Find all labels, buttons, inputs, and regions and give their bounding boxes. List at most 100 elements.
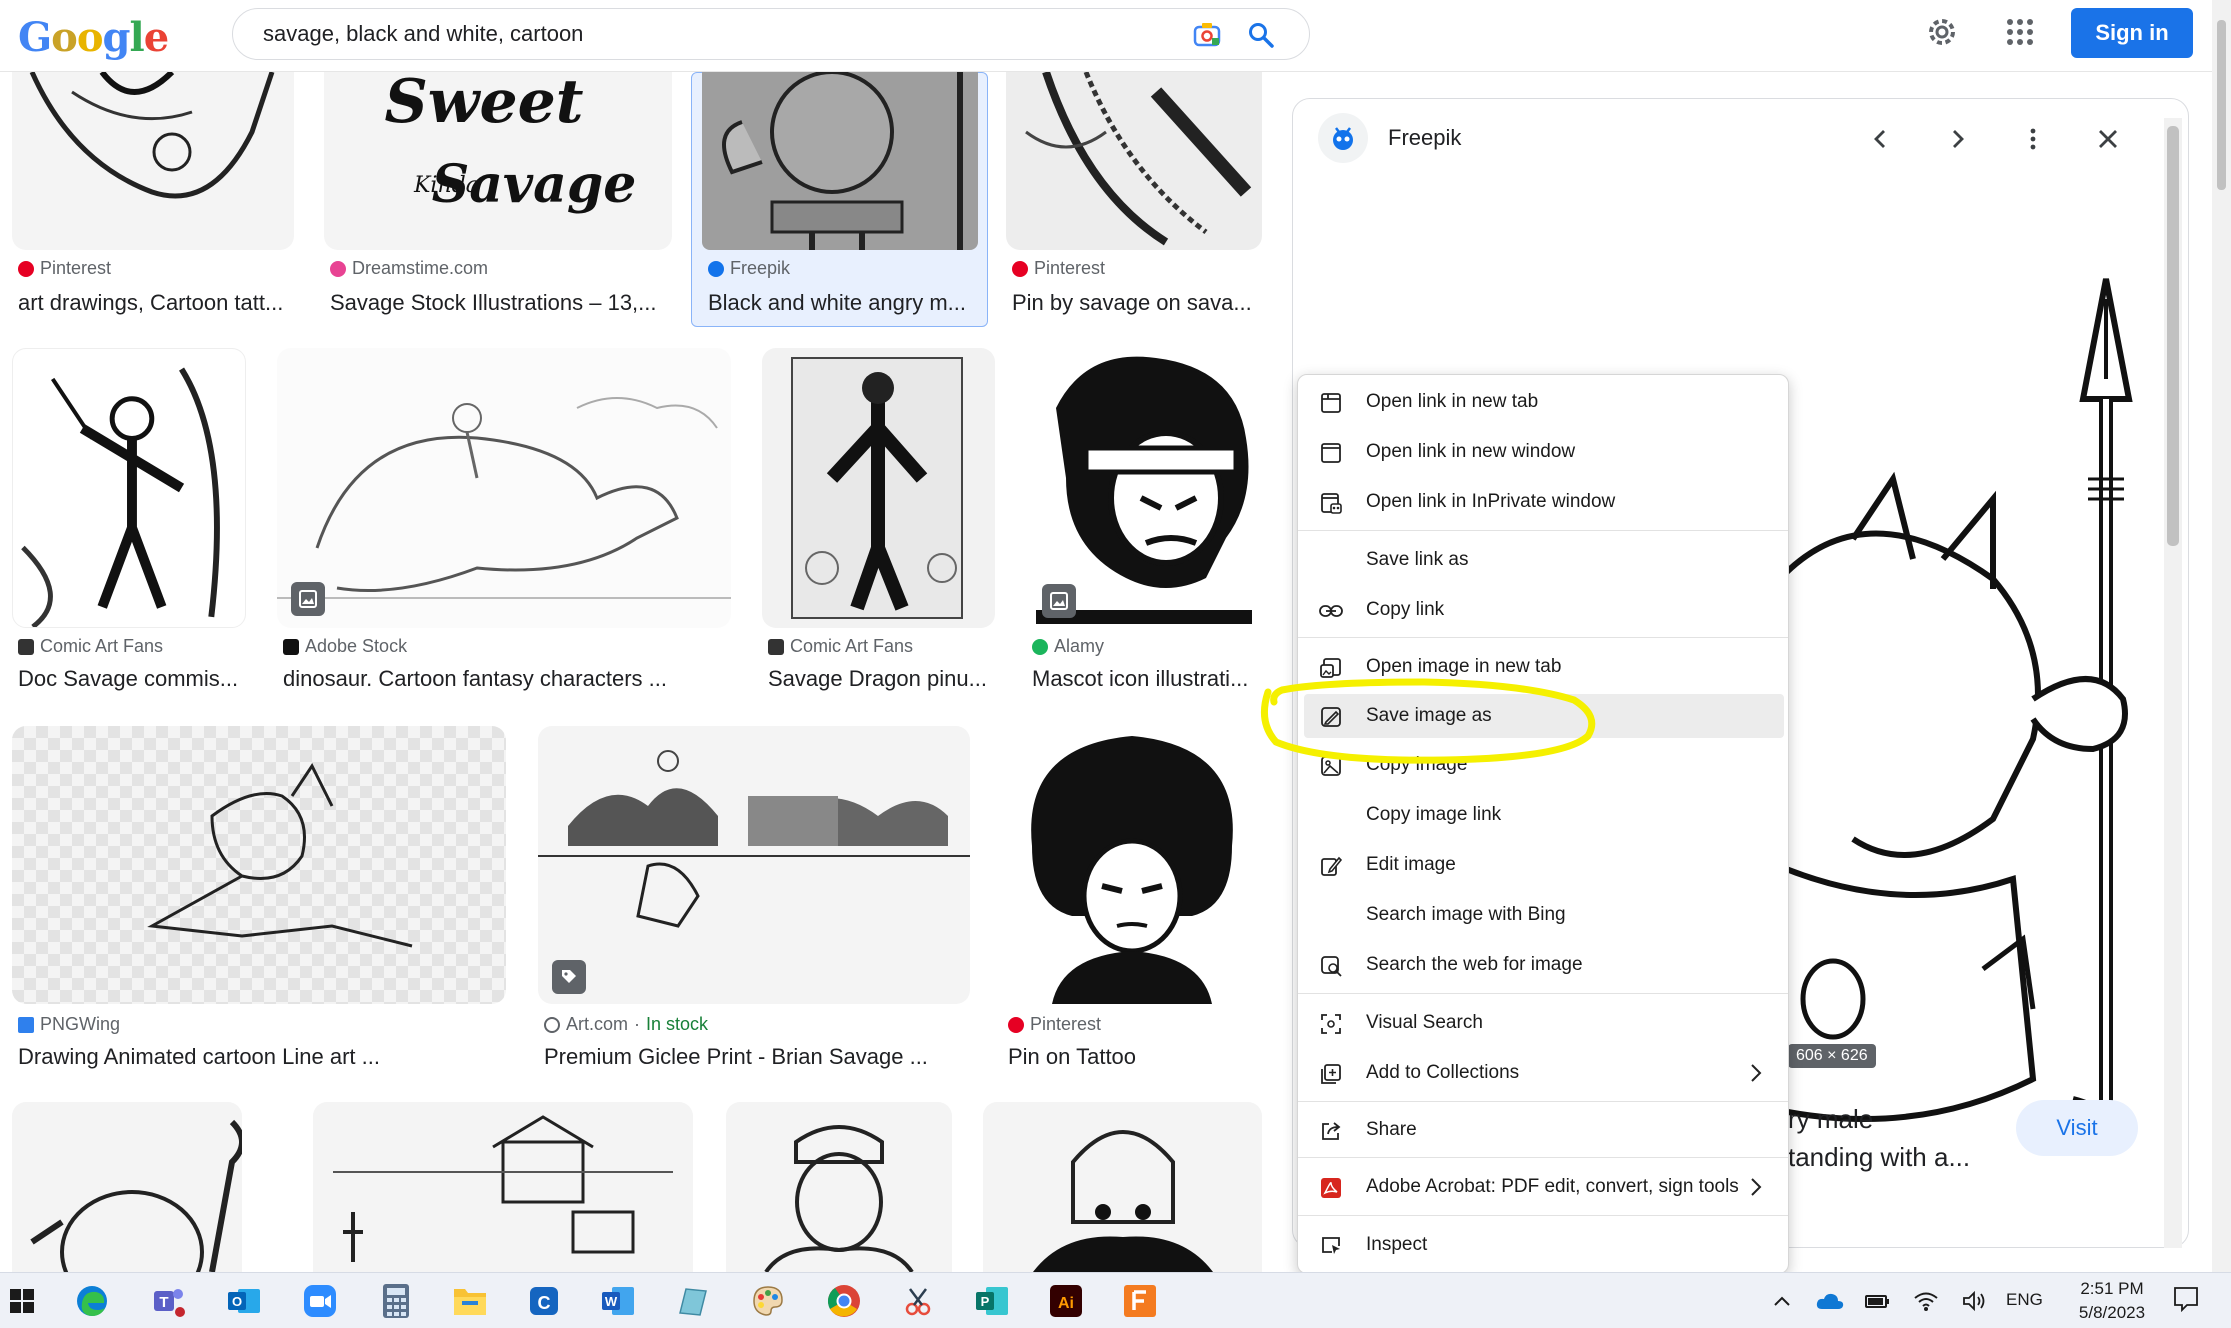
result-card[interactable]: Sweet Kinda Savage Dreamstime.com Savage S… (324, 72, 672, 332)
result-source[interactable]: Pinterest (1012, 258, 1105, 279)
google-doodle-logo[interactable]: Google (18, 14, 169, 61)
edge-browser-icon[interactable] (70, 1281, 114, 1321)
result-title[interactable]: dinosaur. Cartoon fantasy characters ... (283, 666, 723, 692)
visit-button[interactable]: Visit (2016, 1100, 2138, 1156)
result-card[interactable]: Adobe Stock dinosaur. Cartoon fantasy ch… (277, 348, 731, 698)
menu-share[interactable]: Share (1304, 1108, 1784, 1152)
result-source[interactable]: Art.com · In stock (544, 1014, 708, 1035)
previous-icon[interactable] (1861, 119, 1901, 159)
menu-copy-image[interactable]: Copy image (1304, 743, 1784, 787)
panel-image-title[interactable]: ry male tanding with a... (1788, 1100, 1970, 1176)
menu-open-image-new-tab[interactable]: Open image in new tab (1304, 645, 1784, 689)
menu-visual-search[interactable]: Visual Search (1304, 1001, 1784, 1045)
result-card[interactable]: Alamy Mascot icon illustrati... (1026, 348, 1262, 698)
panel-source-name[interactable]: Freepik (1388, 125, 1461, 151)
result-title[interactable]: Mascot icon illustrati... (1032, 666, 1262, 692)
sign-in-button[interactable]: Sign in (2071, 8, 2193, 58)
apps-grid-icon[interactable] (2002, 14, 2038, 50)
result-card[interactable] (983, 1102, 1262, 1272)
result-source[interactable]: Comic Art Fans (768, 636, 913, 657)
language-indicator[interactable]: ENG (2006, 1290, 2043, 1310)
result-title[interactable]: Pin on Tattoo (1008, 1044, 1262, 1070)
result-thumbnail[interactable] (12, 726, 506, 1004)
chevron-up-icon[interactable] (1768, 1287, 1796, 1315)
snipping-tool-icon[interactable] (896, 1281, 940, 1321)
result-thumbnail[interactable] (702, 72, 978, 250)
clock[interactable]: 2:51 PM 5/8/2023 (2064, 1277, 2160, 1325)
menu-search-image-bing[interactable]: Search image with Bing (1304, 893, 1784, 937)
result-title[interactable]: Black and white angry m... (708, 290, 978, 316)
menu-open-link-new-window[interactable]: Open link in new window (1304, 430, 1784, 474)
result-thumbnail[interactable] (983, 1102, 1262, 1272)
result-thumbnail[interactable] (1002, 726, 1262, 1004)
menu-save-link-as[interactable]: Save link as (1304, 538, 1784, 582)
result-title[interactable]: Drawing Animated cartoon Line art ... (18, 1044, 506, 1070)
illustrator-icon[interactable]: Ai (1044, 1281, 1088, 1321)
result-thumbnail[interactable] (12, 348, 246, 628)
menu-add-to-collections[interactable]: Add to Collections (1304, 1051, 1784, 1095)
result-source[interactable]: Pinterest (1008, 1014, 1101, 1035)
result-title[interactable]: Premium Giclee Print - Brian Savage ... (544, 1044, 970, 1070)
result-thumbnail[interactable]: Sweet Kinda Savage (324, 72, 672, 250)
search-icon[interactable] (1245, 19, 1277, 51)
cisco-app-icon[interactable]: C (522, 1281, 566, 1321)
menu-search-web-image[interactable]: Search the web for image (1304, 943, 1784, 987)
menu-open-link-inprivate[interactable]: Open link in InPrivate window (1304, 480, 1784, 524)
result-title[interactable]: Savage Stock Illustrations – 13,... (330, 290, 670, 316)
result-thumbnail[interactable] (538, 726, 970, 1004)
result-source[interactable]: PNGWing (18, 1014, 120, 1035)
result-title[interactable]: Doc Savage commis... (18, 666, 246, 692)
menu-copy-image-link[interactable]: Copy image link (1304, 793, 1784, 837)
result-title[interactable]: Savage Dragon pinu... (768, 666, 994, 692)
result-thumbnail[interactable] (277, 348, 731, 628)
windows-start-icon[interactable] (0, 1281, 44, 1321)
file-explorer-icon[interactable] (448, 1281, 492, 1321)
result-title[interactable]: art drawings, Cartoon tatt... (18, 290, 294, 316)
result-title[interactable]: Pin by savage on sava... (1012, 290, 1262, 316)
menu-copy-link[interactable]: Copy link (1304, 588, 1784, 632)
onedrive-icon[interactable] (1816, 1287, 1844, 1315)
menu-open-link-new-tab[interactable]: Open link in new tab (1304, 380, 1784, 424)
menu-save-image-as[interactable]: Save image as (1304, 694, 1784, 738)
result-card[interactable] (12, 1102, 242, 1272)
result-thumbnail[interactable] (12, 72, 294, 250)
result-source[interactable]: Alamy (1032, 636, 1104, 657)
chrome-icon[interactable] (822, 1281, 866, 1321)
result-source[interactable]: Pinterest (18, 258, 111, 279)
calculator-icon[interactable] (374, 1281, 418, 1321)
result-source[interactable]: Dreamstime.com (330, 258, 488, 279)
wifi-icon[interactable] (1912, 1287, 1940, 1315)
notes-app-icon[interactable] (670, 1281, 714, 1321)
result-source[interactable]: Adobe Stock (283, 636, 407, 657)
page-scrollbar[interactable] (2212, 0, 2231, 1272)
result-card[interactable]: Pinterest Pin on Tattoo (1002, 726, 1262, 1076)
close-icon[interactable] (2088, 119, 2128, 159)
volume-icon[interactable] (1960, 1287, 1988, 1315)
result-card[interactable]: Pinterest Pin by savage on sava... (1006, 72, 1262, 332)
result-card[interactable]: Pinterest art drawings, Cartoon tatt... (12, 72, 294, 332)
result-card[interactable] (726, 1102, 952, 1272)
result-card[interactable]: Comic Art Fans Savage Dragon pinu... (762, 348, 995, 698)
fusion360-icon[interactable] (1118, 1281, 1162, 1321)
paint-icon[interactable] (746, 1281, 790, 1321)
result-card[interactable]: Art.com · In stock Premium Giclee Print - … (538, 726, 970, 1076)
result-thumbnail[interactable] (762, 348, 995, 628)
panel-scrollbar[interactable] (2164, 118, 2182, 1248)
result-thumbnail[interactable] (12, 1102, 242, 1272)
outlook-icon[interactable]: O (222, 1281, 266, 1321)
camera-lens-icon[interactable] (1191, 19, 1223, 51)
menu-adobe-acrobat[interactable]: Adobe Acrobat: PDF edit, convert, sign t… (1304, 1165, 1784, 1209)
result-card[interactable]: PNGWing Drawing Animated cartoon Line ar… (12, 726, 506, 1076)
result-thumbnail[interactable] (726, 1102, 952, 1272)
menu-edit-image[interactable]: Edit image (1304, 843, 1784, 887)
battery-icon[interactable] (1864, 1287, 1892, 1315)
publisher-icon[interactable]: P (970, 1281, 1014, 1321)
notifications-icon[interactable] (2172, 1285, 2200, 1313)
result-card-selected[interactable]: Freepik Black and white angry m... (702, 72, 978, 332)
settings-gear-icon[interactable] (1924, 14, 1960, 50)
result-thumbnail[interactable] (313, 1102, 693, 1272)
result-card[interactable] (313, 1102, 693, 1272)
zoom-icon[interactable] (298, 1281, 342, 1321)
menu-inspect[interactable]: Inspect (1304, 1223, 1784, 1267)
result-card[interactable]: Comic Art Fans Doc Savage commis... (12, 348, 246, 698)
